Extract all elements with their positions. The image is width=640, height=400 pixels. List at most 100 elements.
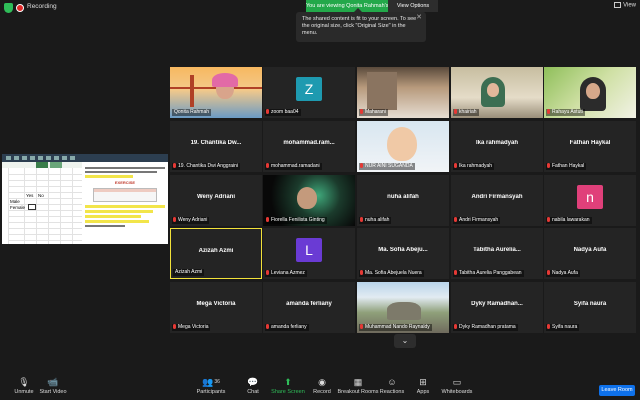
participant-label-text: khairiah [459, 109, 477, 115]
microphone-muted-icon [454, 109, 457, 114]
participant-label: Fathan Haykal [546, 163, 587, 170]
participant-tile[interactable]: Tabitha Aurelia... Tabitha Aurelia Pangga… [451, 228, 543, 279]
cell-male: Male [10, 199, 20, 204]
participant-label-text: Tabitha Aurelia Panggabean [459, 270, 522, 276]
view-button[interactable]: View [614, 2, 636, 9]
participant-tile[interactable]: Fiorella Fenilista Ginting [263, 175, 355, 226]
whiteboards-button[interactable]: ▭ Whiteboards [435, 376, 479, 397]
security-shield-icon[interactable] [4, 3, 13, 13]
doc-title: EXERCISE [114, 180, 136, 185]
participant-label-text: Fiorella Fenilista Ginting [271, 217, 325, 223]
participant-name: mohammad.ram... [283, 140, 335, 146]
participant-label: nabila lawarakan [546, 217, 592, 224]
participant-tile[interactable]: Fathan Haykal Fathan Haykal [544, 121, 636, 172]
microphone-muted-icon [454, 324, 457, 329]
microphone-muted-icon [266, 109, 269, 114]
participant-label-text: Mega Victoria [178, 324, 209, 330]
microphone-muted-icon [360, 217, 363, 222]
microphone-muted-icon [547, 270, 550, 275]
leave-room-button[interactable]: Leave Room [599, 385, 635, 396]
participant-name: Ma. Sofia Abeju... [378, 247, 428, 253]
microphone-muted-icon [266, 217, 269, 222]
participant-tile[interactable]: 19. Chantika Dw... 19. Chantika Dwi Anggr… [170, 121, 262, 172]
participant-name: Fathan Haykal [569, 140, 611, 146]
participant-tile[interactable]: khairiah [451, 67, 543, 118]
participant-tile[interactable]: Nadya Aufa Nadya Aufa [544, 228, 636, 279]
participant-label-text: Muhammad Nando Raynaldy [365, 324, 430, 330]
participant-name: amanda ferliany [286, 301, 332, 307]
participant-tile[interactable]: Ma. Sofia Abeju... Ma. Sofia Abejuela Nue… [357, 228, 449, 279]
participants-icon: 👥36 [202, 377, 220, 387]
participants-count: 36 [214, 379, 220, 385]
participant-tile[interactable]: Rahayu Astuti [544, 67, 636, 118]
microphone-muted-icon [360, 109, 363, 114]
cell-female: Female [10, 205, 26, 210]
recording-label: Recording [27, 3, 57, 10]
participants-button[interactable]: 👥36 Participants [189, 376, 233, 397]
participant-tile[interactable]: Syifa naura Syifa naura [544, 282, 636, 333]
participant-label-text: Qonita Rahmah [174, 109, 210, 115]
microphone-muted-icon [547, 163, 550, 168]
microphone-muted-icon [547, 324, 550, 329]
participant-label: Weny Adriani [172, 217, 210, 224]
microphone-muted-icon [360, 163, 363, 168]
participant-label-text: Azizah Azmi [175, 269, 203, 275]
microphone-muted-icon [547, 217, 550, 222]
participant-name: Ika rahmadyah [475, 140, 519, 146]
microphone-muted-icon [173, 324, 176, 329]
participant-name: Dyky Ramadhan... [471, 301, 523, 307]
chevron-down-icon[interactable]: ⌄ [394, 334, 416, 348]
participant-label-text: Maharani [365, 109, 386, 115]
participant-label-text: zoom baa04 [271, 109, 299, 115]
participant-tile[interactable]: Dyky Ramadhan... Dyky Ramadhan pratama [451, 282, 543, 333]
recording-icon [16, 4, 24, 12]
view-options-button[interactable]: View Options [388, 0, 438, 12]
participant-tile[interactable]: Weny Adriani Weny Adriani [170, 175, 262, 226]
participant-tile[interactable]: n nabila lawarakan [544, 175, 636, 226]
participant-tile[interactable]: Muhammad Nando Raynaldy [357, 282, 449, 333]
participant-label-text: Dyky Ramadhan pratama [459, 324, 516, 330]
participant-tile[interactable]: Ika rahmadyah Ika rahmadyah [451, 121, 543, 172]
participant-label: Ika rahmadyah [453, 163, 495, 170]
participant-label: 19. Chantika Dwi Anggraini [172, 163, 241, 170]
whiteboards-label: Whiteboards [441, 389, 473, 395]
participant-label: Maharani [359, 109, 388, 116]
participant-label: Rahayu Astuti [546, 109, 585, 116]
participant-tile[interactable]: Maharani [357, 67, 449, 118]
participant-tile[interactable]: L Leviana Azmez [263, 228, 355, 279]
start-video-button[interactable]: 📹 Start Video [31, 376, 75, 397]
video-off-icon: 📹 [47, 377, 59, 387]
participant-label: Qonita Rahmah [172, 109, 212, 116]
participant-tile[interactable]: Andri Firmansyah Andri Firmansyah [451, 175, 543, 226]
participant-label: Nadya Aufa [546, 270, 580, 277]
tooltip-text: The shared content is fit to your screen… [302, 16, 417, 36]
participant-tile[interactable]: Mega Victoria Mega Victoria [170, 282, 262, 333]
participant-label: Azizah Azmi [173, 269, 205, 276]
close-icon[interactable]: ✕ [416, 14, 422, 21]
shared-screen[interactable]: Yes No Male Female EXERCISE [2, 154, 168, 244]
participant-name: Nadya Aufa [573, 247, 607, 253]
participant-tile[interactable]: mohammad.ram... mohammad.ramadani [263, 121, 355, 172]
participant-label-text: Ma. Sofia Abejuela Nuera [365, 270, 422, 276]
participant-label: Andri Firmansyah [453, 217, 501, 224]
participants-label: Participants [196, 389, 226, 395]
participant-label: Syifa naura [546, 324, 580, 331]
view-label: View [623, 2, 636, 9]
participant-label: nuha alifah [359, 217, 392, 224]
participant-label: mohammad.ramadani [265, 163, 322, 170]
participant-tile[interactable]: Qonita Rahmah [170, 67, 262, 118]
start-video-label: Start Video [39, 389, 67, 395]
cell-yes: Yes [26, 193, 34, 198]
fit-to-screen-tooltip: The shared content is fit to your screen… [296, 8, 426, 42]
microphone-muted-icon [266, 324, 269, 329]
participant-tile[interactable]: Zzoom baa04 [263, 67, 355, 118]
microphone-muted-icon [173, 163, 176, 168]
participant-tile[interactable]: Azizah Azmi Azizah Azmi [170, 228, 262, 279]
microphone-muted-icon [454, 163, 457, 168]
microphone-muted-icon [454, 217, 457, 222]
participant-tile[interactable]: amanda ferliany amanda ferliany [263, 282, 355, 333]
participant-tile[interactable]: nuha alifah nuha alifah [357, 175, 449, 226]
participant-label-text: Fathan Haykal [552, 163, 585, 169]
participant-label-text: Rahayu Astuti [552, 109, 583, 115]
participant-tile[interactable]: NUR AINI SUGANDA [357, 121, 449, 172]
